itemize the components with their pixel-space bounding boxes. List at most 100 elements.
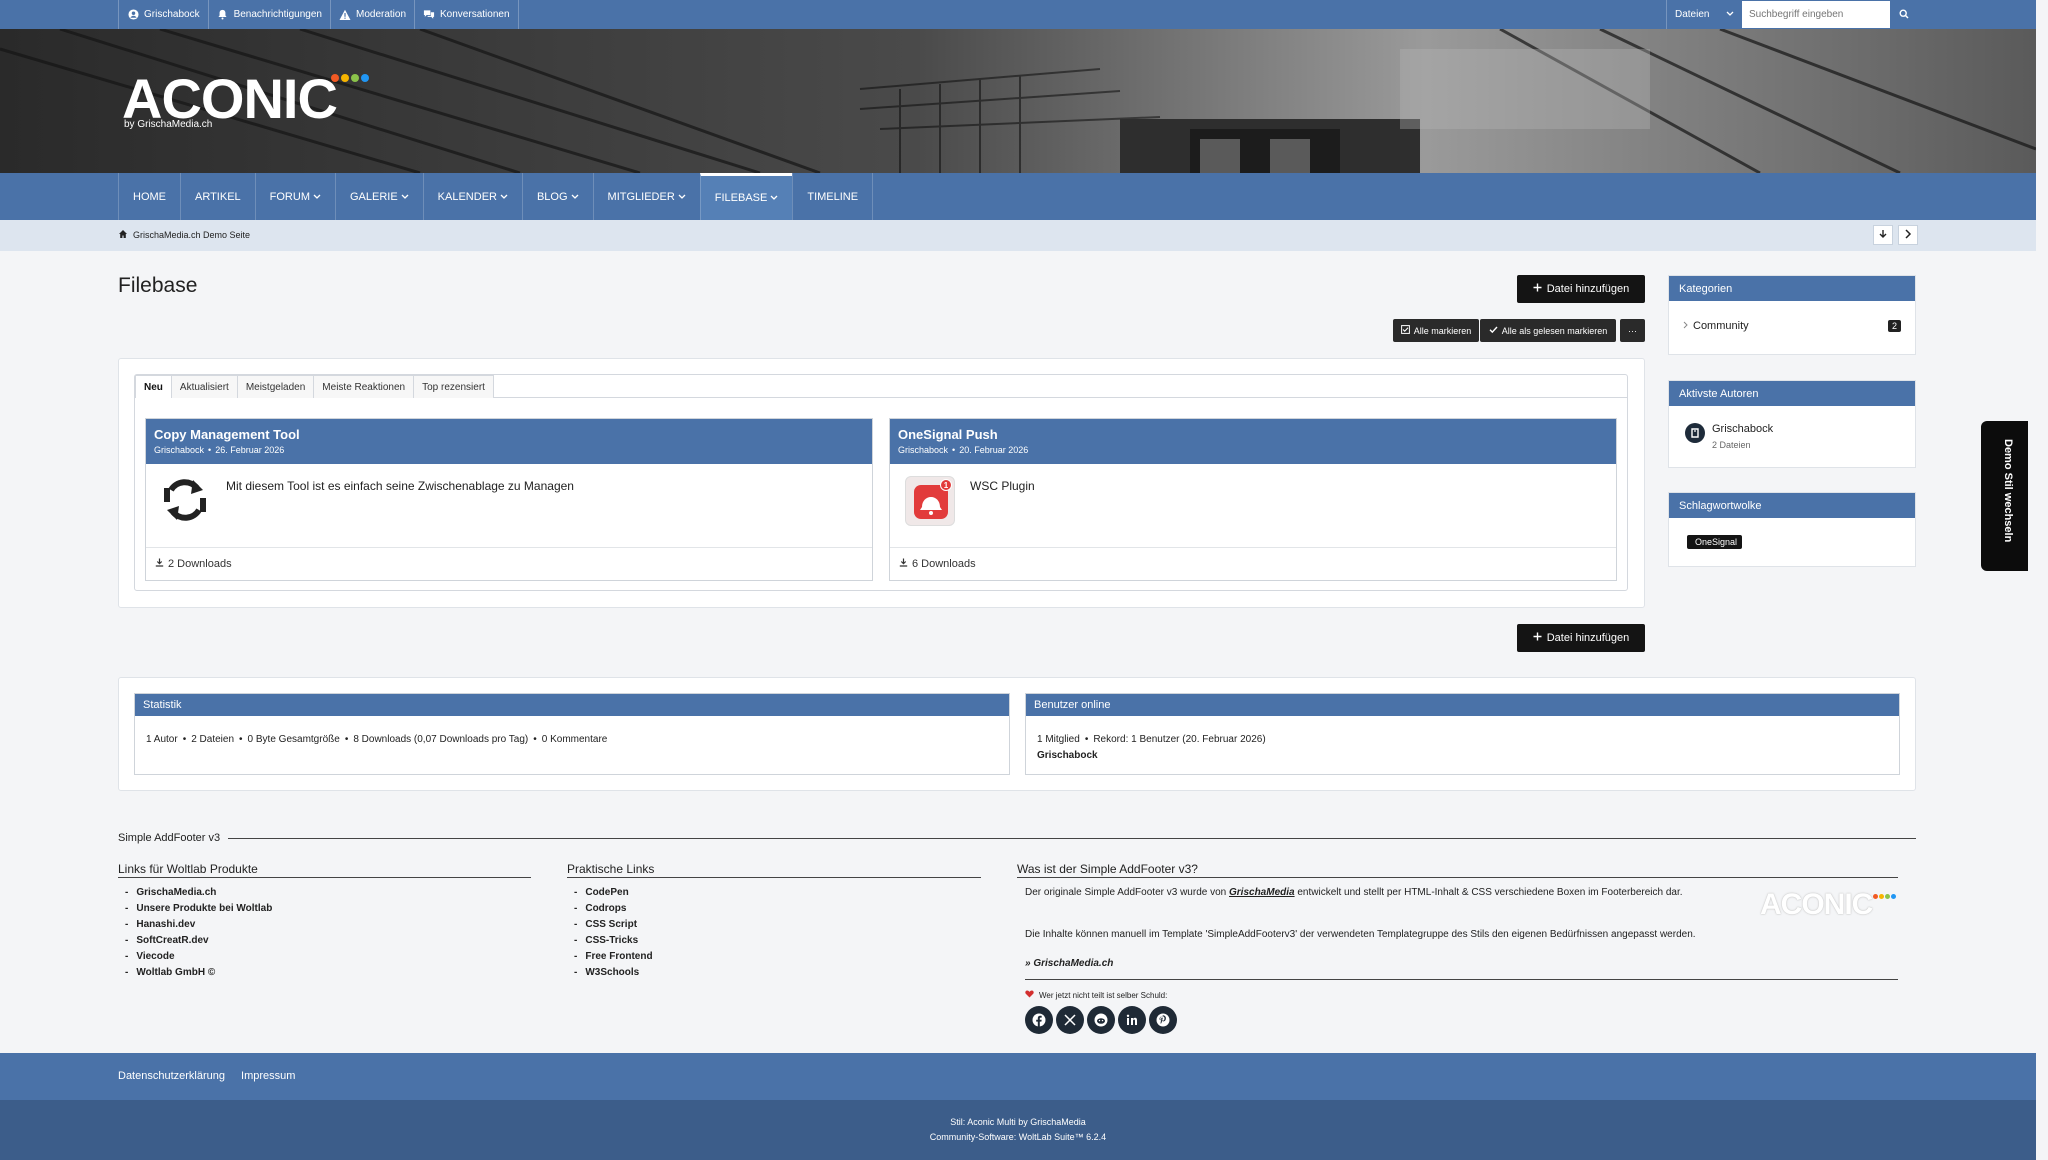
tag-cloud-box: Schlagwortwolke OneSignal <box>1668 492 1916 567</box>
addfooter-author-link[interactable]: GrischaMedia <box>1229 887 1295 898</box>
footer-link[interactable]: - SoftCreatR.dev <box>125 935 272 951</box>
nav-galerie[interactable]: GALERIE <box>334 173 423 220</box>
users-online-line: 1 Mitglied • Rekord: 1 Benutzer (20. Febr… <box>1037 734 1266 745</box>
mark-all-read-button[interactable]: Alle als gelesen markieren <box>1480 319 1616 342</box>
search-input[interactable] <box>1742 1 1890 28</box>
main-navigation: HOME ARTIKEL FORUM GALERIE KALENDER BLOG… <box>0 173 2036 220</box>
footer-link[interactable]: - Free Frontend <box>574 951 653 967</box>
nav-kalender[interactable]: KALENDER <box>422 173 522 220</box>
breadcrumb[interactable]: GrischaMedia.ch Demo Seite <box>118 229 250 241</box>
style-credit[interactable]: Stil: Aconic Multi by GrischaMedia <box>0 1117 2036 1127</box>
mark-all-button[interactable]: Alle markieren <box>1393 319 1479 342</box>
moderation-menu[interactable]: Moderation <box>331 0 416 29</box>
onesignal-app-icon: 1 <box>905 476 955 526</box>
tab-top-rezensiert[interactable]: Top rezensiert <box>413 375 494 398</box>
pinterest-icon[interactable] <box>1149 1006 1177 1034</box>
meta-separator: • <box>182 734 187 745</box>
footer-link[interactable]: - W3Schools <box>574 967 653 983</box>
footer-link[interactable]: - Viecode <box>125 951 272 967</box>
file-title[interactable]: OneSignal Push <box>898 427 1608 442</box>
addfooter-logo-text: ACONIC <box>1760 888 1873 921</box>
page-title: Filebase <box>118 274 198 297</box>
search-icon <box>1899 8 1909 22</box>
file-author[interactable]: Grischabock <box>154 445 204 455</box>
tab-aktualisiert[interactable]: Aktualisiert <box>170 375 238 398</box>
user-menu[interactable]: Grischabock <box>118 0 209 29</box>
footer-link-privacy[interactable]: Datenschutzerklärung <box>118 1070 225 1082</box>
notifications-menu[interactable]: Benachrichtigungen <box>209 0 331 29</box>
tag-item[interactable]: OneSignal <box>1687 535 1743 549</box>
file-card-header: OneSignal Push Grischabock • 20. Februar… <box>890 419 1616 464</box>
search-button[interactable] <box>1890 0 1918 29</box>
mark-all-read-label: Alle als gelesen markieren <box>1501 325 1608 336</box>
categories-box: Kategorien Community 2 <box>1668 275 1916 355</box>
file-meta: Grischabock • 20. Februar 2026 <box>898 445 1608 455</box>
meta-separator: • <box>208 445 212 455</box>
conversations-label: Konversationen <box>440 9 510 20</box>
footer-link-imprint[interactable]: Impressum <box>241 1070 295 1082</box>
online-user-link[interactable]: Grischabock <box>1037 750 1098 761</box>
download-count: 6 Downloads <box>912 557 976 570</box>
nav-timeline[interactable]: TIMELINE <box>792 173 874 220</box>
footer-link-label: CSS Script <box>585 919 638 930</box>
scroll-down-button[interactable] <box>1873 225 1893 245</box>
footer-link[interactable]: - CSS-Tricks <box>574 935 653 951</box>
facebook-icon[interactable] <box>1025 1006 1053 1034</box>
meta-separator: • <box>533 734 537 745</box>
footer-link[interactable]: - Codrops <box>574 903 653 919</box>
tab-meistgeladen[interactable]: Meistgeladen <box>236 375 315 398</box>
footer-link-label: Woltlab GmbH © <box>136 967 216 978</box>
footer-link[interactable]: - Hanashi.dev <box>125 919 272 935</box>
search-scope-select[interactable]: Dateien <box>1666 0 1742 29</box>
nav-artikel[interactable]: ARTIKEL <box>180 173 255 220</box>
footer-link[interactable]: - Unsere Produkte bei Woltlab <box>125 903 272 919</box>
nav-home[interactable]: HOME <box>118 173 180 220</box>
add-file-button[interactable]: Datei hinzufügen <box>1517 275 1645 303</box>
linkedin-icon[interactable] <box>1118 1006 1146 1034</box>
file-title[interactable]: Copy Management Tool <box>154 427 864 442</box>
social-share-buttons <box>1025 1006 1177 1034</box>
nav-label: HOME <box>133 190 166 203</box>
logo-dot <box>351 74 359 82</box>
meta-separator: • <box>344 734 349 745</box>
user-circle-icon <box>127 9 139 21</box>
more-options-button[interactable]: ··· <box>1620 319 1645 342</box>
nav-blog[interactable]: BLOG <box>521 173 593 220</box>
addfooter-note: Die Inhalte können manuell im Template '… <box>1025 929 1696 940</box>
next-button[interactable] <box>1898 225 1918 245</box>
file-author[interactable]: Grischabock <box>898 445 948 455</box>
file-card-header: Copy Management Tool Grischabock • 26. F… <box>146 419 872 464</box>
file-card[interactable]: OneSignal Push Grischabock • 20. Februar… <box>889 418 1617 581</box>
footer-link[interactable]: - CodePen <box>574 887 653 903</box>
author-name[interactable]: Grischabock <box>1712 423 1773 435</box>
online-record: Rekord: 1 Benutzer (20. Februar 2026) <box>1093 734 1266 745</box>
category-count-badge: 2 <box>1887 320 1901 332</box>
nav-filebase[interactable]: FILEBASE <box>699 173 793 220</box>
footer-link[interactable]: - Woltlab GmbH © <box>125 967 272 983</box>
reddit-icon[interactable] <box>1087 1006 1115 1034</box>
logo-dot <box>361 74 369 82</box>
arrow-down-icon <box>1878 228 1888 242</box>
nav-forum[interactable]: FORUM <box>254 173 335 220</box>
avatar[interactable] <box>1685 423 1705 443</box>
tab-neu[interactable]: Neu <box>135 375 172 398</box>
category-item[interactable]: Community <box>1683 320 1749 332</box>
nav-label: TIMELINE <box>807 190 859 203</box>
footer-link[interactable]: - CSS Script <box>574 919 653 935</box>
addfooter-link[interactable]: » GrischaMedia.ch <box>1025 958 1113 969</box>
users-online-box: Benutzer online 1 Mitglied • Rekord: 1 Be… <box>1025 693 1900 775</box>
footer-link[interactable]: - GrischaMedia.ch <box>125 887 272 903</box>
breadcrumb-bar: GrischaMedia.ch Demo Seite <box>0 220 2036 251</box>
demo-style-switch-button[interactable]: Demo Stil wechseln <box>1981 421 2028 571</box>
nav-mitglieder[interactable]: MITGLIEDER <box>592 173 700 220</box>
file-date: 26. Februar 2026 <box>215 445 285 455</box>
breadcrumb-label: GrischaMedia.ch Demo Seite <box>133 230 251 240</box>
conversations-menu[interactable]: Konversationen <box>415 0 519 29</box>
file-card[interactable]: Copy Management Tool Grischabock • 26. F… <box>145 418 873 581</box>
x-icon[interactable] <box>1056 1006 1084 1034</box>
software-credit[interactable]: Community-Software: WoltLab Suite™ 6.2.4 <box>0 1132 2036 1142</box>
home-icon <box>118 229 128 241</box>
chevron-down-icon <box>313 191 321 203</box>
tab-meiste-reaktionen[interactable]: Meiste Reaktionen <box>313 375 415 398</box>
add-file-button-bottom[interactable]: Datei hinzufügen <box>1517 624 1645 652</box>
